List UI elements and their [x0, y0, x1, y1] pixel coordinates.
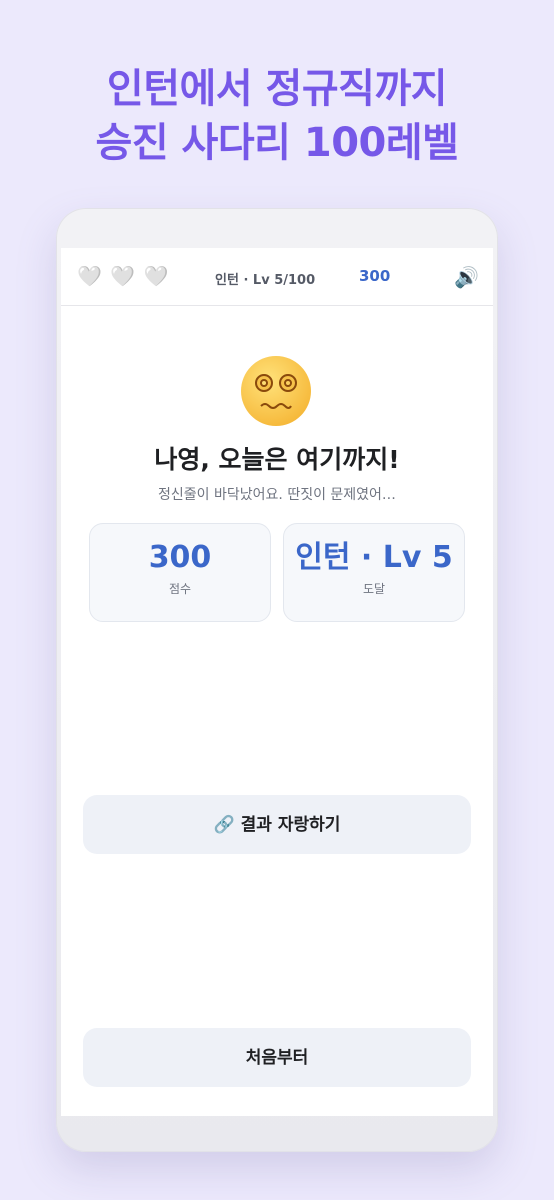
top-bar: 🤍 🤍 🤍 인턴 · Lv 5/100 300 🔊 — [61, 248, 493, 306]
reached-label: 도달 — [362, 582, 386, 596]
result-title: 나영, 오늘은 여기까지! — [154, 445, 400, 474]
restart-button[interactable]: 처음부터 — [83, 1028, 471, 1087]
speaker-icon[interactable]: 🔊 — [454, 265, 479, 289]
share-result-button[interactable]: 🔗 결과 자랑하기 — [83, 795, 471, 854]
wavy-mouth — [260, 403, 292, 409]
spiral-eye-right — [279, 374, 297, 392]
link-icon: 🔗 — [213, 815, 235, 835]
promo-headline: 인턴에서 정규직까지 승진 사다리 100레벨 — [0, 62, 554, 170]
reached-card: 인턴 · Lv 5 도달 — [283, 523, 465, 622]
promo-line-2: 승진 사다리 100레벨 — [95, 120, 459, 166]
promo-line-1: 인턴에서 정규직까지 — [106, 66, 448, 112]
app-screen: 🤍 🤍 🤍 인턴 · Lv 5/100 300 🔊 나영, 오늘은 여기까지! … — [61, 248, 493, 1116]
score-label: 점수 — [168, 582, 192, 596]
level-indicator: 인턴 · Lv 5/100 — [215, 273, 316, 288]
score-value: 300 — [148, 540, 212, 575]
score-indicator: 300 — [359, 267, 391, 285]
score-card: 300 점수 — [89, 523, 271, 622]
heart-icon: 🤍 — [143, 264, 170, 288]
heart-icon: 🤍 — [110, 264, 137, 288]
lives-indicator: 🤍 🤍 🤍 — [77, 264, 169, 288]
restart-label: 처음부터 — [245, 1048, 309, 1068]
spiral-eye-left — [255, 374, 273, 392]
heart-icon: 🤍 — [77, 264, 103, 288]
reached-value: 인턴 · Lv 5 — [295, 540, 453, 575]
result-subtitle: 정신줄이 바닥났어요. 딴짓이 문제였어… — [158, 487, 396, 503]
dizzy-face-icon — [241, 356, 311, 426]
share-result-label: 결과 자랑하기 — [240, 815, 341, 835]
